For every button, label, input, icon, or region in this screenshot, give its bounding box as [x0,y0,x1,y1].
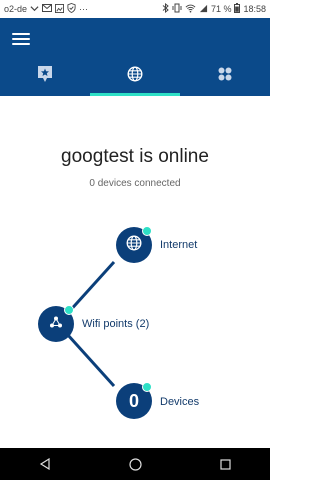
status-left: o2-de ··· [4,3,88,15]
back-triangle-icon[interactable] [25,448,65,480]
internet-status-dot [142,226,152,236]
network-overview: googtest is online 0 devices connected I… [0,96,270,448]
battery-percent: 71 % [210,4,232,14]
tab-shortcuts[interactable] [0,56,90,96]
tab-devices[interactable] [180,56,270,96]
wifi-points-label[interactable]: Wifi points (2) [82,318,149,330]
shortcuts-star-icon [37,65,53,88]
devices-label[interactable]: Devices [160,396,199,408]
tab-network[interactable] [90,56,180,96]
recents-square-icon[interactable] [205,448,245,480]
app-bar [0,18,270,96]
system-nav-bar [0,448,270,480]
more-icon: ··· [79,4,89,14]
hamburger-menu-icon[interactable] [10,30,32,48]
status-right: 71 % 18:58 [162,2,266,15]
tab-bar [0,56,270,96]
globe-icon [127,65,143,87]
shield-check-icon [67,3,76,15]
home-circle-icon[interactable] [115,448,155,480]
notification-icon [30,4,39,15]
carrier-label: o2-de [4,4,28,14]
mail-icon [42,4,53,14]
internet-label[interactable]: Internet [160,239,197,251]
wifi-points-status-dot [64,305,74,315]
mesh-network-icon [49,315,63,334]
vibrate-icon [172,3,182,15]
devices-status-dot [142,382,152,392]
wifi-points-node[interactable] [38,305,74,342]
devices-node[interactable]: 0 [116,382,152,419]
wifi-icon [185,4,196,15]
devices-grid-icon [217,66,233,87]
globe-icon [126,234,142,256]
image-icon [55,3,65,15]
bluetooth-icon [162,2,169,15]
battery-icon [234,3,241,15]
devices-count: 0 [128,390,139,411]
internet-node[interactable] [116,226,152,263]
signal-icon [199,4,208,15]
clock-time: 18:58 [243,4,266,14]
status-bar: o2-de ··· 71 % 18:58 [0,0,270,18]
